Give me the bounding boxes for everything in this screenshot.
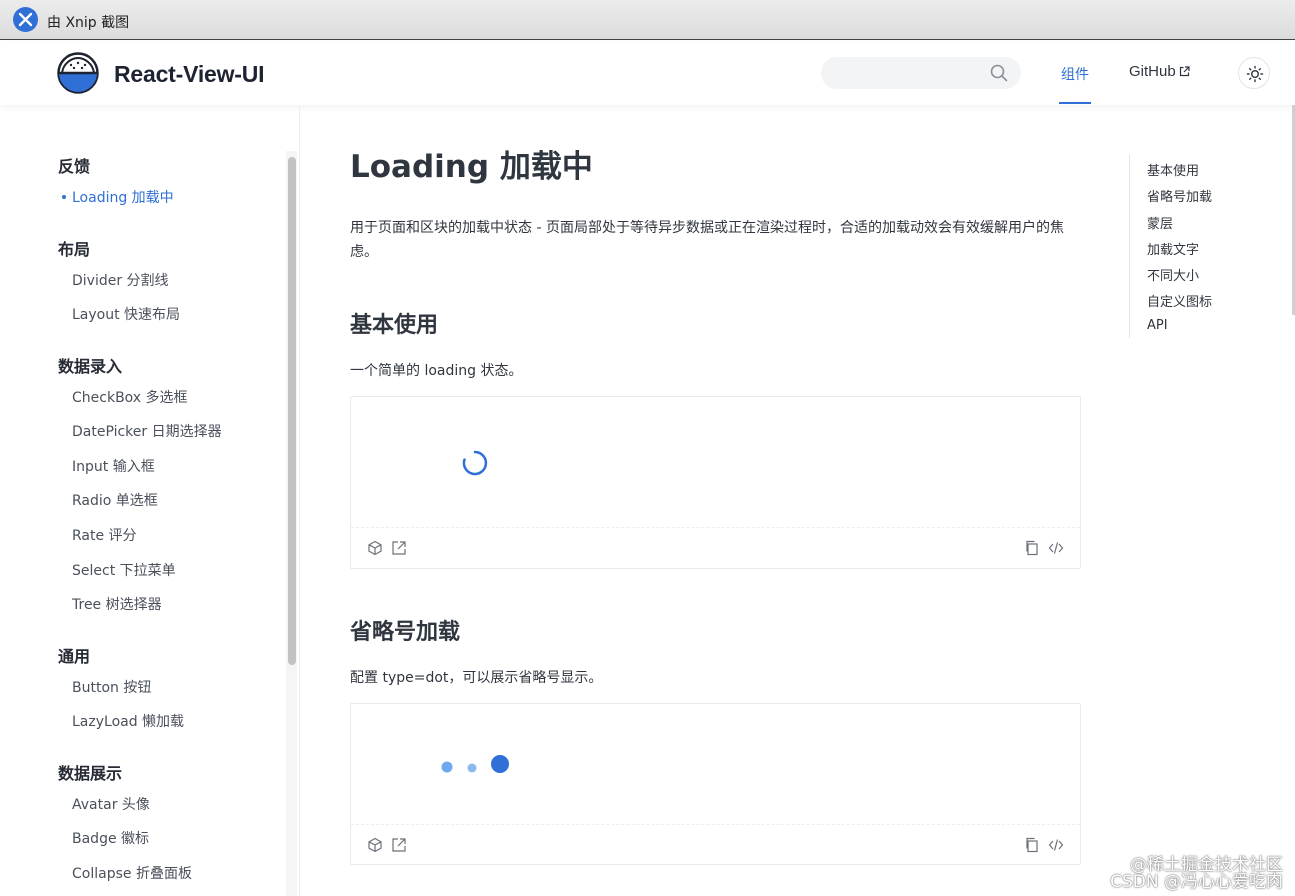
window-title: 由 Xnip 截图 [47, 15, 130, 31]
demo-box-basic [350, 396, 1081, 569]
page-title: Loading 加载中 [350, 149, 593, 185]
sidebar-item-label: Loading 加载中 [72, 190, 174, 206]
demo-stage [351, 704, 1080, 825]
xnip-app-icon [13, 7, 38, 32]
sidebar-item-checkbox[interactable]: CheckBox 多选框 [72, 387, 188, 407]
demo-stage [351, 397, 1080, 528]
theme-toggle-button[interactable] [1238, 57, 1270, 89]
external-link-icon [1179, 66, 1190, 77]
nav-components[interactable]: 组件 [1061, 64, 1089, 84]
sidebar-item-avatar[interactable]: Avatar 头像 [72, 794, 150, 814]
section-text-basic: 一个简单的 loading 状态。 [350, 363, 523, 379]
toc-item-api[interactable]: API [1147, 318, 1168, 333]
toc-item-basic[interactable]: 基本使用 [1147, 160, 1199, 179]
page-description: 用于页面和区块的加载中状态 - 页面局部处于等待异步数据或正在渲染过程时，合适的… [350, 220, 1064, 260]
sidebar-group-feedback: 反馈 [58, 157, 91, 176]
toc-item-dot[interactable]: 省略号加载 [1147, 186, 1212, 205]
sidebar-item-rate[interactable]: Rate 评分 [72, 525, 137, 545]
sidebar-item-loading[interactable]: Loading 加载中 [62, 187, 174, 207]
sidebar-group-data-display: 数据展示 [58, 764, 123, 783]
active-dot-icon [62, 195, 66, 199]
nav-github[interactable]: GitHub [1129, 63, 1190, 80]
sidebar: 反馈 Loading 加载中 布局 Divider 分割线 Layout 快速布… [0, 105, 300, 896]
table-of-contents: 基本使用 省略号加载 蒙层 加载文字 不同大小 自定义图标 API [1129, 154, 1249, 338]
sidebar-item-select[interactable]: Select 下拉菜单 [72, 560, 176, 580]
toc-item-text[interactable]: 加载文字 [1147, 239, 1199, 258]
sidebar-item-layout[interactable]: Layout 快速布局 [72, 304, 180, 324]
codesandbox-icon[interactable] [367, 540, 383, 556]
nav-github-label: GitHub [1129, 63, 1176, 80]
watermark-line2: CSDN @冯心心爱吃肉 [1110, 872, 1283, 892]
sidebar-item-lazyload[interactable]: LazyLoad 懒加载 [72, 711, 184, 731]
codesandbox-icon[interactable] [367, 837, 383, 853]
section-heading-basic: 基本使用 [350, 313, 439, 338]
sidebar-item-datepicker[interactable]: DatePicker 日期选择器 [72, 421, 222, 441]
loading-spinner-icon [462, 450, 488, 476]
brand-name[interactable]: React-View-UI [114, 61, 265, 88]
copy-icon[interactable] [1024, 540, 1040, 556]
sidebar-scrollbar-thumb[interactable] [288, 157, 296, 665]
sidebar-item-badge[interactable]: Badge 徽标 [72, 828, 149, 848]
sidebar-group-layout: 布局 [58, 240, 91, 259]
sidebar-item-divider[interactable]: Divider 分割线 [72, 270, 169, 290]
sidebar-item-radio[interactable]: Radio 单选框 [72, 490, 158, 510]
sidebar-item-tree[interactable]: Tree 树选择器 [72, 594, 162, 614]
sidebar-group-general: 通用 [58, 647, 91, 666]
search-icon[interactable] [990, 64, 1008, 82]
section-text-dot: 配置 type=dot，可以展示省略号显示。 [350, 670, 603, 686]
copy-icon[interactable] [1024, 837, 1040, 853]
search-input[interactable] [821, 57, 1021, 89]
sidebar-item-button[interactable]: Button 按钮 [72, 677, 151, 697]
open-external-icon[interactable] [391, 540, 407, 556]
nav-active-indicator [1059, 102, 1091, 104]
logo-icon[interactable] [57, 52, 99, 94]
sidebar-group-data-entry: 数据录入 [58, 357, 123, 376]
sun-icon [1246, 65, 1264, 83]
section-heading-dot: 省略号加载 [350, 620, 461, 645]
site-header: React-View-UI 组件 GitHub [0, 41, 1295, 105]
demo-box-dot [350, 703, 1081, 865]
loading-dots-icon [441, 755, 509, 773]
show-code-icon[interactable] [1048, 837, 1064, 853]
toc-item-size[interactable]: 不同大小 [1147, 265, 1199, 284]
sidebar-item-collapse[interactable]: Collapse 折叠面板 [72, 863, 192, 883]
show-code-icon[interactable] [1048, 540, 1064, 556]
open-external-icon[interactable] [391, 837, 407, 853]
toc-item-custom-icon[interactable]: 自定义图标 [1147, 291, 1212, 310]
sidebar-item-input[interactable]: Input 输入框 [72, 456, 155, 476]
window-titlebar: 由 Xnip 截图 [0, 0, 1295, 40]
toc-item-mask[interactable]: 蒙层 [1147, 213, 1173, 232]
